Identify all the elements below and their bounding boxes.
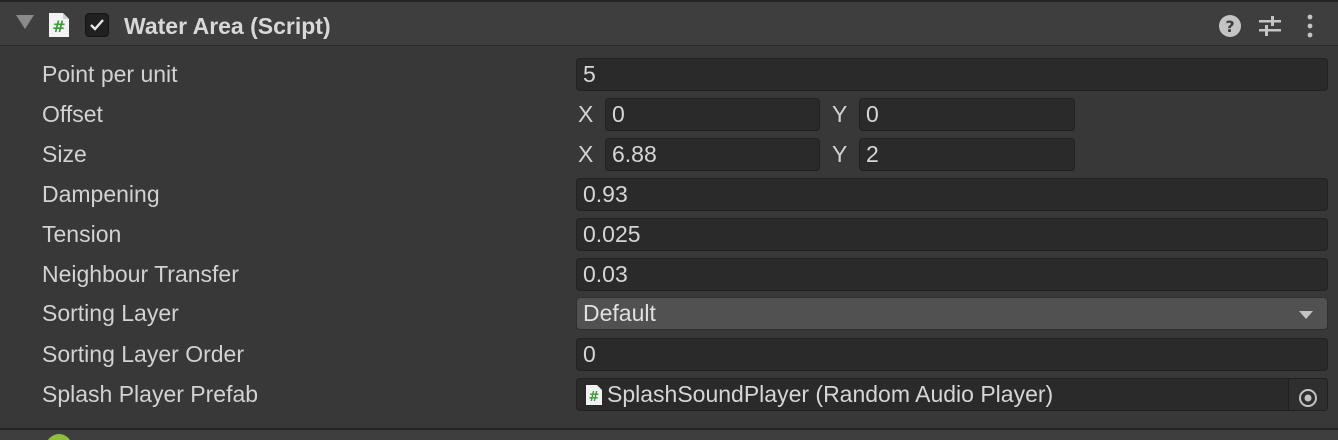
component-title: Water Area (Script) — [124, 13, 331, 39]
component-enabled-checkbox[interactable] — [85, 13, 109, 37]
property-label: Offset — [42, 101, 103, 127]
splash-player-prefab-object-field[interactable]: # SplashSoundPlayer (Random Audio Player… — [576, 378, 1328, 411]
property-label: Splash Player Prefab — [42, 381, 259, 407]
next-component-header[interactable] — [0, 428, 1338, 440]
property-row-dampening: Dampening 0.93 — [0, 177, 1338, 217]
script-hash-icon: # — [47, 12, 71, 38]
size-x-label[interactable]: X — [578, 141, 593, 168]
sorting-layer-order-input[interactable]: 0 — [576, 338, 1328, 371]
sorting-layer-dropdown[interactable]: Default — [576, 297, 1328, 330]
property-label: Neighbour Transfer — [42, 261, 239, 287]
sorting-layer-selected: Default — [583, 300, 656, 326]
tension-input[interactable]: 0.025 — [576, 218, 1328, 251]
offset-y-label[interactable]: Y — [832, 101, 847, 128]
help-icon[interactable]: ? — [1218, 14, 1242, 38]
presets-sliders-icon[interactable] — [1258, 14, 1282, 38]
object-picker-icon — [1298, 385, 1318, 410]
offset-x-input[interactable]: 0 — [605, 98, 820, 131]
object-picker-button[interactable] — [1288, 379, 1327, 410]
property-row-tension: Tension 0.025 — [0, 217, 1338, 257]
property-label: Size — [42, 141, 87, 167]
inspector-panel: # Water Area (Script) ? Point per unit 5… — [0, 0, 1338, 440]
svg-text:?: ? — [1225, 17, 1234, 36]
svg-text:#: # — [52, 17, 65, 36]
property-row-offset: Offset X 0 Y 0 — [0, 97, 1338, 137]
offset-y-input[interactable]: 0 — [859, 98, 1075, 131]
offset-x-label[interactable]: X — [578, 101, 593, 128]
kebab-menu-icon[interactable] — [1298, 14, 1322, 38]
property-row-sorting-layer-order: Sorting Layer Order 0 — [0, 337, 1338, 377]
svg-text:#: # — [589, 390, 600, 405]
point-per-unit-input[interactable]: 5 — [576, 58, 1328, 91]
property-label: Sorting Layer Order — [42, 341, 244, 367]
property-row-point-per-unit: Point per unit 5 — [0, 57, 1338, 97]
property-row-size: Size X 6.88 Y 2 — [0, 137, 1338, 177]
component-header[interactable]: # Water Area (Script) ? — [0, 0, 1338, 46]
property-label: Point per unit — [42, 61, 178, 87]
property-label: Tension — [42, 221, 122, 247]
neighbour-transfer-input[interactable]: 0.03 — [576, 258, 1328, 291]
foldout-triangle-icon[interactable] — [16, 15, 34, 29]
dampening-input[interactable]: 0.93 — [576, 178, 1328, 211]
chevron-down-icon — [1299, 311, 1313, 319]
size-x-input[interactable]: 6.88 — [605, 138, 820, 171]
size-y-input[interactable]: 2 — [859, 138, 1075, 171]
size-y-label[interactable]: Y — [832, 141, 847, 168]
property-row-sorting-layer: Sorting Layer Default — [0, 296, 1338, 336]
property-row-splash-player-prefab: Splash Player Prefab # SplashSoundPlayer… — [0, 377, 1338, 417]
property-row-neighbour-transfer: Neighbour Transfer 0.03 — [0, 257, 1338, 297]
property-label: Sorting Layer — [42, 300, 179, 326]
splash-player-prefab-value: SplashSoundPlayer (Random Audio Player) — [607, 381, 1054, 407]
property-label: Dampening — [42, 181, 160, 207]
script-hash-icon: # — [585, 383, 603, 406]
